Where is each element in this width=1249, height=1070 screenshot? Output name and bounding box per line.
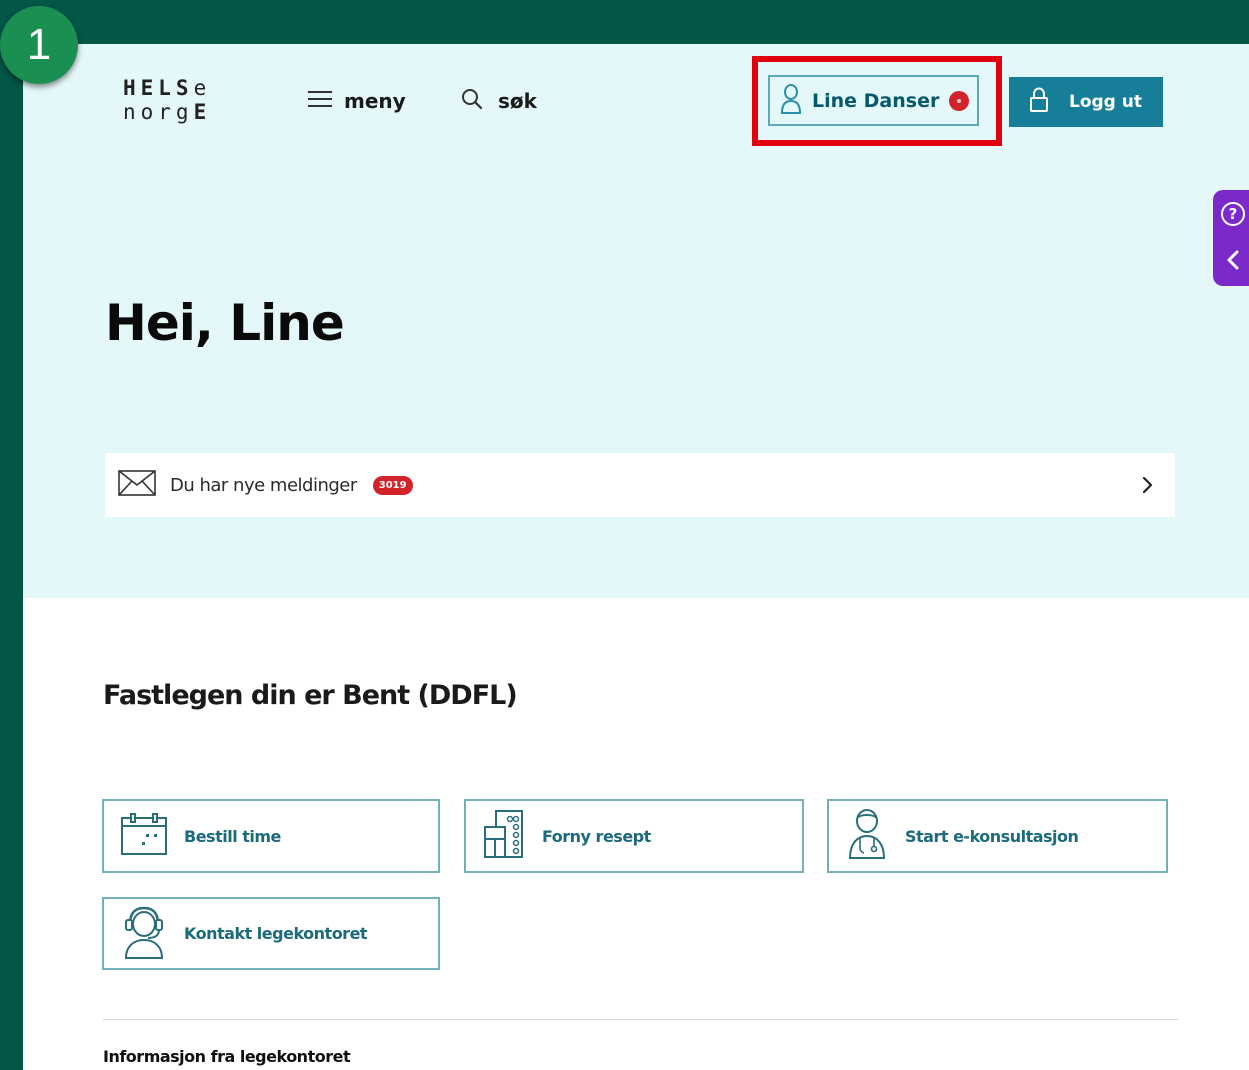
menu-button[interactable]: meny <box>308 86 406 116</box>
book-appointment-button[interactable]: Bestill time <box>102 799 440 873</box>
search-button[interactable]: søk <box>460 86 537 116</box>
logout-button[interactable]: Logg ut <box>1009 77 1163 127</box>
calendar-icon <box>120 812 168 860</box>
messages-label: Du har nye meldinger <box>170 474 357 496</box>
chevron-left-icon[interactable] <box>1221 248 1245 276</box>
prescription-icon <box>482 809 526 863</box>
messages-count-badge: 3019 <box>372 475 413 495</box>
user-icon <box>780 83 802 119</box>
renew-prescription-label: Forny resept <box>542 826 651 846</box>
logo-line2-thin: norg <box>123 100 194 124</box>
start-econsultation-button[interactable]: Start e-konsultasjon <box>827 799 1168 873</box>
notification-dot <box>949 90 970 111</box>
chevron-right-icon <box>1141 475 1155 499</box>
logout-label: Logg ut <box>1069 92 1142 112</box>
doctor-heading: Fastlegen din er Bent (DDFL) <box>103 680 518 711</box>
page-viewport: HELSe norgE meny søk Line Danser Logg ut… <box>23 44 1249 1070</box>
envelope-icon <box>118 470 156 500</box>
renew-prescription-button[interactable]: Forny resept <box>464 799 804 873</box>
app-frame: HELSe norgE meny søk Line Danser Logg ut… <box>0 0 1249 1070</box>
start-econsultation-label: Start e-konsultasjon <box>905 826 1079 846</box>
user-name: Line Danser <box>812 89 940 112</box>
step-number-badge: 1 <box>0 6 78 84</box>
contact-office-button[interactable]: Kontakt legekontoret <box>102 897 440 970</box>
hamburger-icon <box>308 90 332 112</box>
logo-line1-thin: e <box>193 76 212 100</box>
logo-line2-bold: E <box>193 100 212 124</box>
page-title: Hei, Line <box>105 294 345 352</box>
section-divider <box>103 1019 1178 1020</box>
logo-line1-bold: HELS <box>123 76 194 100</box>
menu-label: meny <box>344 89 406 113</box>
help-widget: ? <box>1213 190 1249 286</box>
office-info-heading: Informasjon fra legekontoret <box>103 1047 351 1066</box>
book-appointment-label: Bestill time <box>184 826 281 846</box>
contact-office-label: Kontakt legekontoret <box>184 924 368 943</box>
helsenorge-logo[interactable]: HELSe norgE <box>123 76 243 124</box>
headset-person-icon <box>120 904 168 964</box>
lock-icon <box>1029 87 1049 117</box>
help-icon[interactable]: ? <box>1221 202 1245 226</box>
doctor-icon <box>845 808 889 864</box>
user-profile-button[interactable]: Line Danser <box>768 75 979 126</box>
messages-card[interactable]: Du har nye meldinger 3019 <box>105 453 1175 517</box>
search-label: søk <box>498 89 537 113</box>
search-icon <box>460 87 484 115</box>
